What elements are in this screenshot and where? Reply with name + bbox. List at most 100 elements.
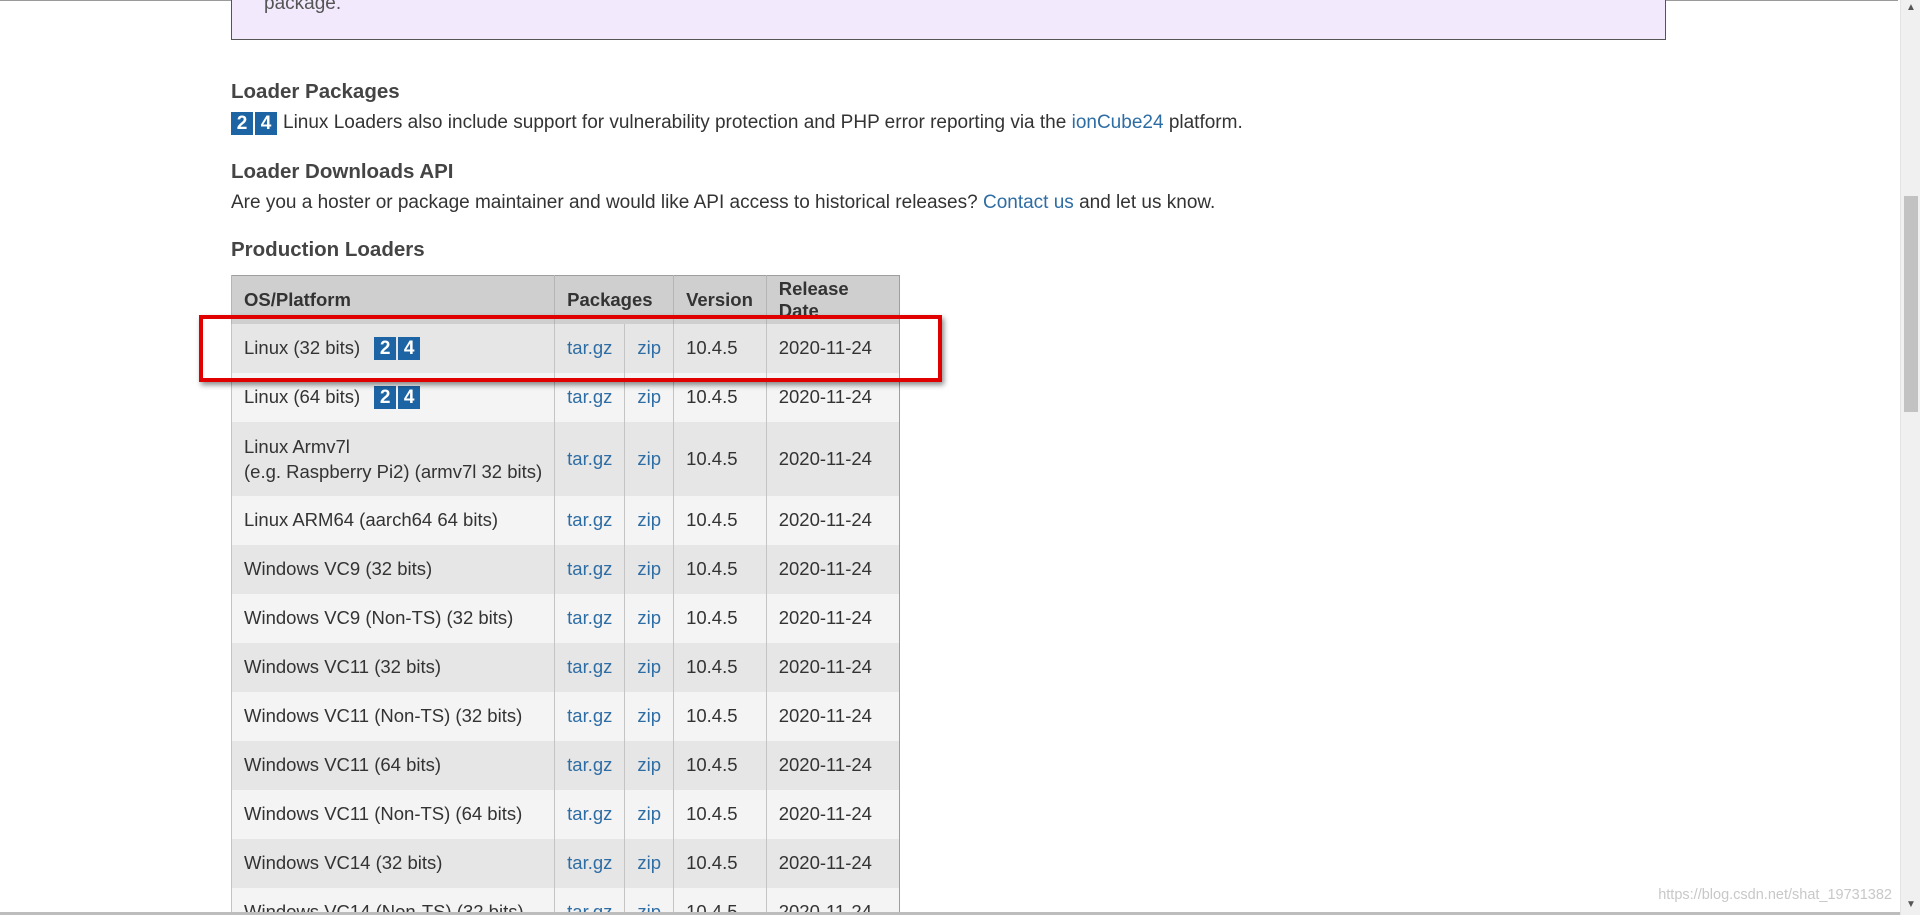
table-row: Windows VC11 (Non-TS) (32 bits) tar.gz zip… — [230, 691, 900, 741]
table-row: Windows VC14 (32 bits) tar.gz zip 10.4.5 202… — [230, 838, 900, 888]
release-date-cell: 2020-11-24 — [765, 544, 900, 594]
version-cell: 10.4.5 — [673, 372, 767, 422]
os-platform-cell: Linux (64 bits) 2 4 — [230, 372, 555, 422]
version-cell: 10.4.5 — [673, 642, 767, 692]
ioncube24-link[interactable]: ionCube24 — [1072, 111, 1164, 135]
package-cell: zip — [624, 838, 674, 888]
zip-download-link[interactable]: zip — [637, 607, 661, 628]
scroll-down-arrow-icon[interactable]: ▼ — [1901, 897, 1920, 913]
release-date-cell: 2020-11-24 — [765, 887, 900, 915]
os-platform-label: Linux (64 bits) — [244, 386, 361, 407]
scroll-up-arrow-icon[interactable]: ▲ — [1901, 0, 1920, 16]
package-cell: tar.gz — [554, 838, 625, 888]
version-cell: 10.4.5 — [673, 789, 767, 839]
package-cell: tar.gz — [554, 887, 625, 915]
zip-download-link[interactable]: zip — [637, 558, 661, 579]
ioncube24-badge-icon: 24 — [231, 111, 277, 135]
os-platform-cell: Linux ARM64 (aarch64 64 bits) — [230, 495, 555, 545]
contact-us-link[interactable]: Contact us — [983, 191, 1074, 215]
package-cell: zip — [624, 593, 674, 643]
os-platform-sublabel: (e.g. Raspberry Pi2) (armv7l 32 bits) — [244, 460, 543, 482]
os-platform-cell: Windows VC14 (Non-TS) (32 bits) — [230, 887, 555, 915]
table-row: Windows VC11 (64 bits) tar.gz zip 10.4.5 202… — [230, 740, 900, 790]
vertical-scrollbar[interactable]: ▲ ▼ — [1900, 0, 1920, 915]
version-cell: 10.4.5 — [673, 323, 767, 373]
zip-download-link[interactable]: zip — [637, 754, 661, 775]
package-cell: tar.gz — [554, 789, 625, 839]
release-date-cell: 2020-11-24 — [765, 838, 900, 888]
table-row: Linux (32 bits) 2 4 tar.gz zip 10.4.5 2020-11-… — [230, 323, 900, 373]
table-row: Linux ARM64 (aarch64 64 bits) tar.gz zip 10… — [230, 495, 900, 545]
table-row: Windows VC9 (32 bits) tar.gz zip 10.4.5 2020… — [230, 544, 900, 594]
package-cell: tar.gz — [554, 421, 625, 496]
zip-download-link[interactable]: zip — [637, 803, 661, 824]
table-row: Windows VC11 (Non-TS) (64 bits) tar.gz zip… — [230, 789, 900, 839]
scrollbar-thumb[interactable] — [1904, 196, 1918, 412]
os-platform-label: Linux ARM64 (aarch64 64 bits) — [244, 509, 498, 530]
tar-gz-download-link[interactable]: tar.gz — [567, 337, 612, 358]
zip-download-link[interactable]: zip — [637, 337, 661, 358]
package-cell: tar.gz — [554, 495, 625, 545]
loader-downloads-api-heading: Loader Downloads API — [231, 160, 454, 183]
package-cell: zip — [624, 740, 674, 790]
os-platform-cell: Windows VC11 (Non-TS) (64 bits) — [230, 789, 555, 839]
os-platform-label: Windows VC11 (Non-TS) (32 bits) — [244, 705, 523, 726]
os-platform-cell: Windows VC9 (32 bits) — [230, 544, 555, 594]
package-cell: tar.gz — [554, 372, 625, 422]
release-date-cell: 2020-11-24 — [765, 642, 900, 692]
release-date-cell: 2020-11-24 — [765, 323, 900, 373]
package-cell: zip — [624, 544, 674, 594]
tar-gz-download-link[interactable]: tar.gz — [567, 705, 612, 726]
zip-download-link[interactable]: zip — [637, 448, 661, 469]
package-cell: zip — [624, 495, 674, 545]
version-cell: 10.4.5 — [673, 691, 767, 741]
tar-gz-download-link[interactable]: tar.gz — [567, 607, 612, 628]
tar-gz-download-link[interactable]: tar.gz — [567, 509, 612, 530]
table-row: Linux (64 bits) 2 4 tar.gz zip 10.4.5 2020-11-… — [230, 372, 900, 422]
zip-download-link[interactable]: zip — [637, 386, 661, 407]
zip-download-link[interactable]: zip — [637, 705, 661, 726]
release-date-cell: 2020-11-24 — [765, 789, 900, 839]
page: package. Loader Packages 24 Linux Loader… — [0, 0, 1920, 915]
package-cell: tar.gz — [554, 642, 625, 692]
tar-gz-download-link[interactable]: tar.gz — [567, 852, 612, 873]
zip-download-link[interactable]: zip — [637, 852, 661, 873]
package-cell: tar.gz — [554, 593, 625, 643]
release-date-cell: 2020-11-24 — [765, 691, 900, 741]
zip-download-link[interactable]: zip — [637, 656, 661, 677]
release-date-cell: 2020-11-24 — [765, 740, 900, 790]
table-row: Windows VC11 (32 bits) tar.gz zip 10.4.5 202… — [230, 642, 900, 692]
zip-download-link[interactable]: zip — [637, 509, 661, 530]
os-platform-cell: Linux Armv7l (e.g. Raspberry Pi2) (armv7l… — [230, 421, 555, 496]
os-platform-label: Windows VC14 (32 bits) — [244, 852, 443, 873]
header-release-date: Release Date — [765, 275, 900, 324]
package-cell: zip — [624, 372, 674, 422]
header-os-platform: OS/Platform — [230, 275, 555, 324]
tar-gz-download-link[interactable]: tar.gz — [567, 558, 612, 579]
package-cell: tar.gz — [554, 740, 625, 790]
table-header-row: OS/Platform Packages Version Release Dat… — [230, 275, 900, 324]
package-cell: tar.gz — [554, 323, 625, 373]
tar-gz-download-link[interactable]: tar.gz — [567, 803, 612, 824]
os-platform-cell: Linux (32 bits) 2 4 — [230, 323, 555, 373]
version-cell: 10.4.5 — [673, 887, 767, 915]
version-cell: 10.4.5 — [673, 495, 767, 545]
table-row: Windows VC14 (Non-TS) (32 bits) tar.gz zip… — [230, 887, 900, 915]
table-body: Linux (32 bits) 2 4 tar.gz zip 10.4.5 2020-11-… — [230, 323, 900, 915]
package-cell: zip — [624, 642, 674, 692]
notice-box: package. — [231, 0, 1666, 40]
loader-packages-text: 24 Linux Loaders also include support fo… — [231, 111, 1243, 135]
package-cell: zip — [624, 323, 674, 373]
os-platform-cell: Windows VC11 (64 bits) — [230, 740, 555, 790]
version-cell: 10.4.5 — [673, 838, 767, 888]
tar-gz-download-link[interactable]: tar.gz — [567, 754, 612, 775]
ioncube24-badge-icon: 24 — [374, 336, 421, 360]
version-cell: 10.4.5 — [673, 740, 767, 790]
tar-gz-download-link[interactable]: tar.gz — [567, 448, 612, 469]
os-platform-label: Windows VC11 (64 bits) — [244, 754, 442, 775]
tar-gz-download-link[interactable]: tar.gz — [567, 386, 612, 407]
tar-gz-download-link[interactable]: tar.gz — [567, 656, 612, 677]
release-date-cell: 2020-11-24 — [765, 421, 900, 496]
package-cell: tar.gz — [554, 544, 625, 594]
os-platform-label: Windows VC11 (32 bits) — [244, 656, 442, 677]
